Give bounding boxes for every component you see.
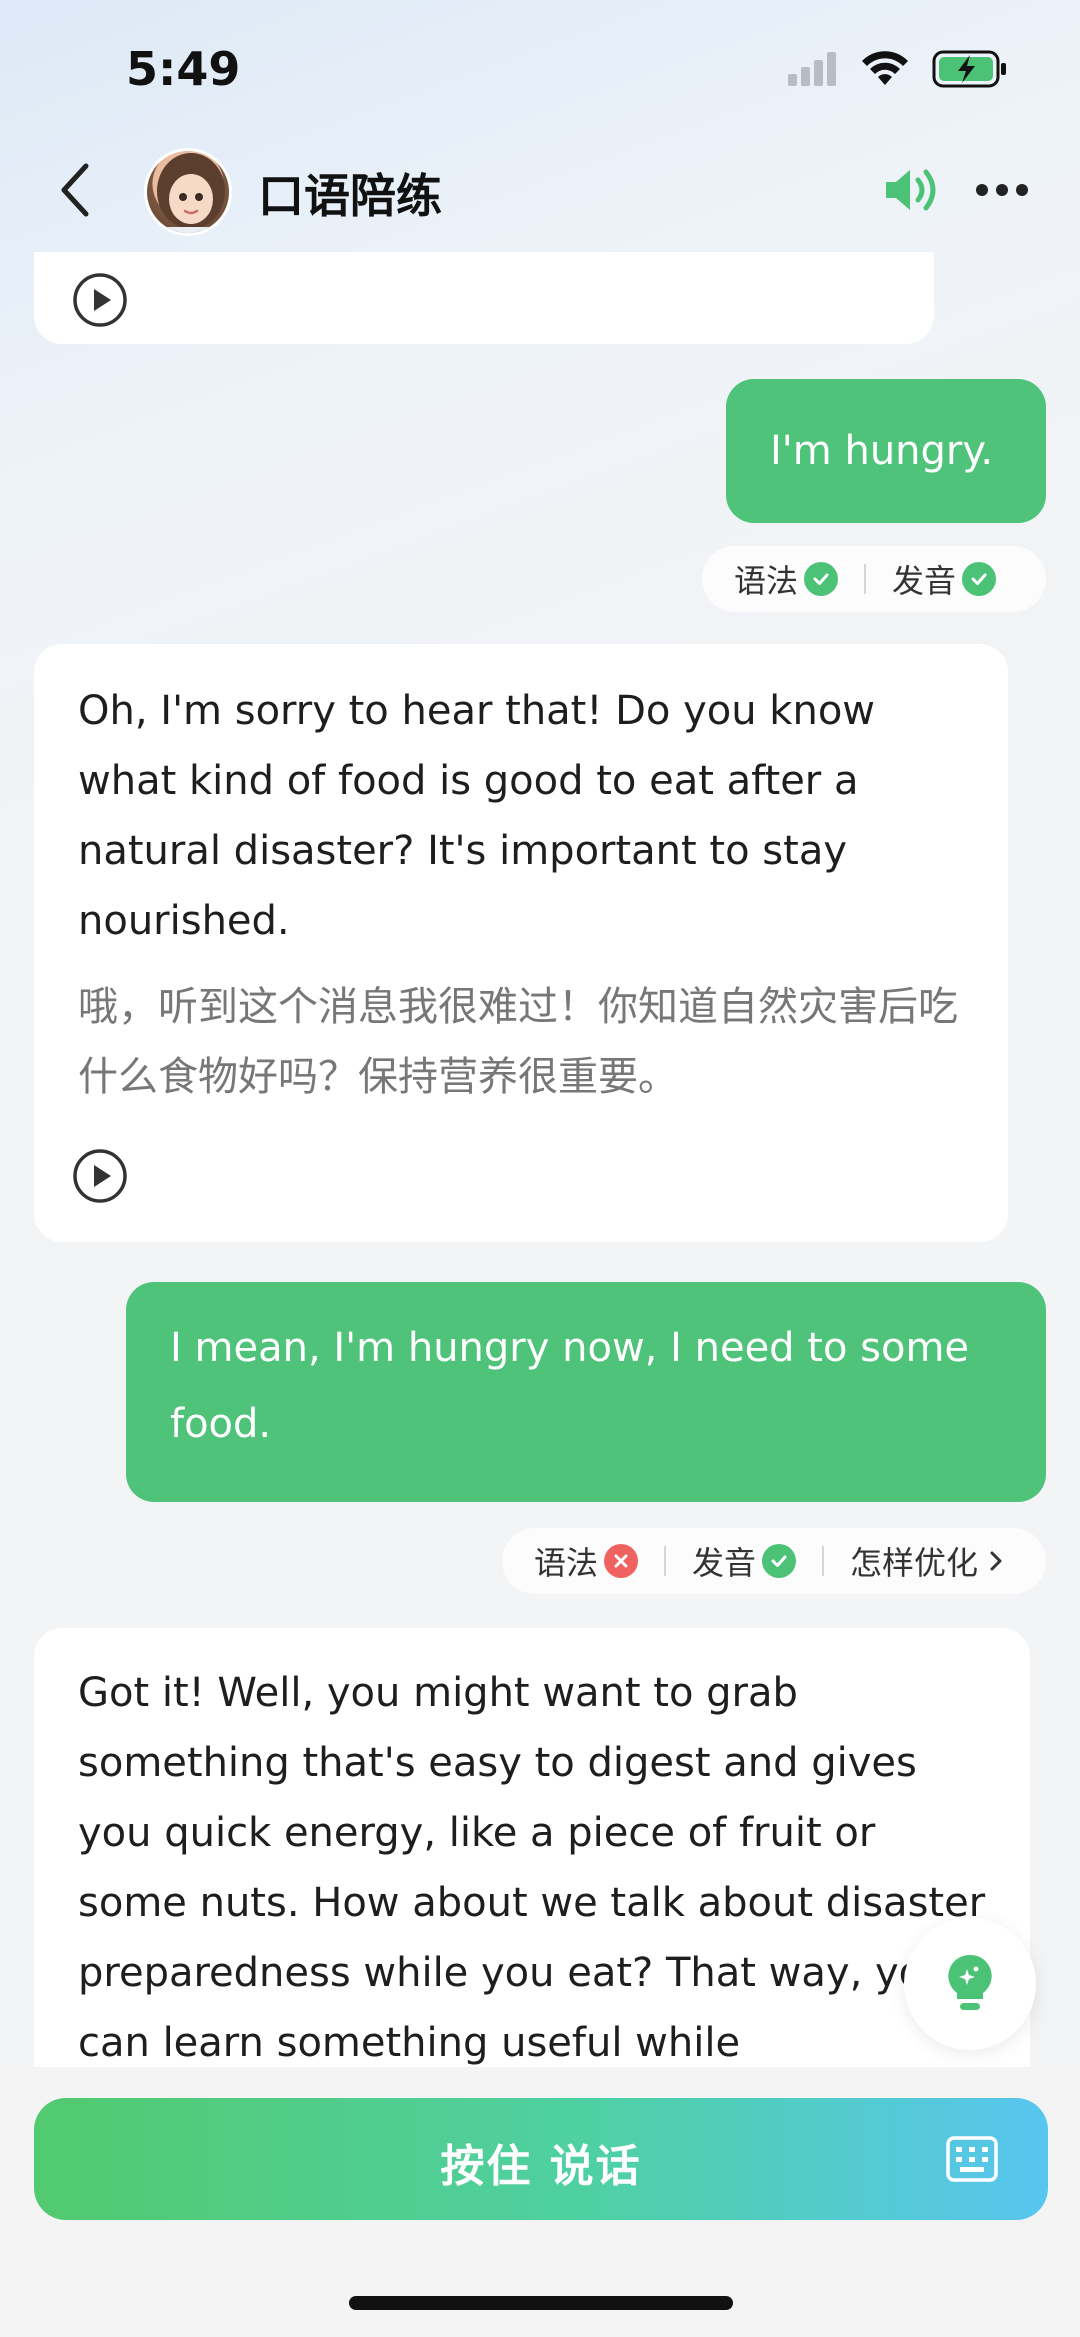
user-message[interactable]: I mean, I'm hungry now, I need to some f… (126, 1282, 1046, 1502)
lightbulb-icon (948, 1954, 992, 2010)
user-message-text: I'm hungry. (770, 428, 994, 474)
wifi-icon (862, 51, 908, 85)
more-options-button[interactable] (974, 178, 1030, 202)
optimize-link[interactable]: 怎样优化 (850, 1538, 1008, 1584)
back-button[interactable] (54, 160, 98, 220)
evaluation-bar: 语法 发音 (702, 546, 1046, 612)
user-message-text: I mean, I'm hungry now, I need to some f… (170, 1325, 970, 1447)
keyboard-icon[interactable] (946, 2136, 998, 2182)
pronunciation-result[interactable]: 发音 (692, 1538, 797, 1584)
cross-icon (604, 1544, 639, 1578)
optimize-label: 怎样优化 (850, 1544, 979, 1582)
ai-message: Got it! Well, you might want to grab som… (34, 1628, 1030, 2067)
ai-message-translation[interactable]: 哦，听到这个消息我很难过！你知道自然灾害后吃什么食物好吗？保持营养很重要。 (78, 972, 964, 1112)
status-time: 5:49 (126, 42, 241, 96)
pronunciation-label: 发音 (692, 1544, 757, 1582)
user-message[interactable]: I'm hungry. (726, 379, 1046, 523)
grammar-result[interactable]: 语法 (534, 1538, 639, 1584)
battery-charging-icon (932, 50, 1006, 88)
ai-message-previous (34, 252, 934, 344)
grammar-label: 语法 (734, 562, 799, 600)
divider (822, 1546, 825, 1576)
evaluation-bar: 语法 发音 怎样优化 (502, 1528, 1046, 1594)
ai-message-english[interactable]: Oh, I'm sorry to hear that! Do you know … (78, 676, 964, 956)
page-title: 口语陪练 (258, 169, 442, 223)
grammar-result[interactable]: 语法 (734, 556, 839, 602)
cellular-signal-icon (788, 52, 836, 86)
speaker-button[interactable] (884, 166, 942, 214)
grammar-label: 语法 (534, 1544, 599, 1582)
home-indicator[interactable] (349, 2296, 733, 2310)
chevron-right-icon (990, 1551, 1002, 1571)
ai-message-english[interactable]: Got it! Well, you might want to grab som… (78, 1658, 986, 2067)
chat-list[interactable]: I'm hungry. 语法 发音 Oh, I'm sorry to hear … (0, 252, 1080, 2067)
play-audio-icon[interactable] (72, 272, 128, 328)
check-icon (962, 562, 997, 596)
pronunciation-result[interactable]: 发音 (892, 556, 997, 602)
tutor-avatar[interactable] (144, 148, 232, 236)
hold-to-talk-button[interactable]: 按住 说话 (34, 2098, 1048, 2220)
status-icons (788, 50, 1008, 88)
divider (864, 564, 867, 594)
play-audio-icon[interactable] (72, 1148, 128, 1204)
hint-button[interactable] (904, 1918, 1036, 2050)
divider (664, 1546, 667, 1576)
pronunciation-label: 发音 (892, 562, 957, 600)
check-icon (762, 1544, 797, 1578)
hold-to-talk-label: 按住 说话 (440, 2141, 642, 2192)
check-icon (804, 562, 839, 596)
ai-message: Oh, I'm sorry to hear that! Do you know … (34, 644, 1008, 1242)
